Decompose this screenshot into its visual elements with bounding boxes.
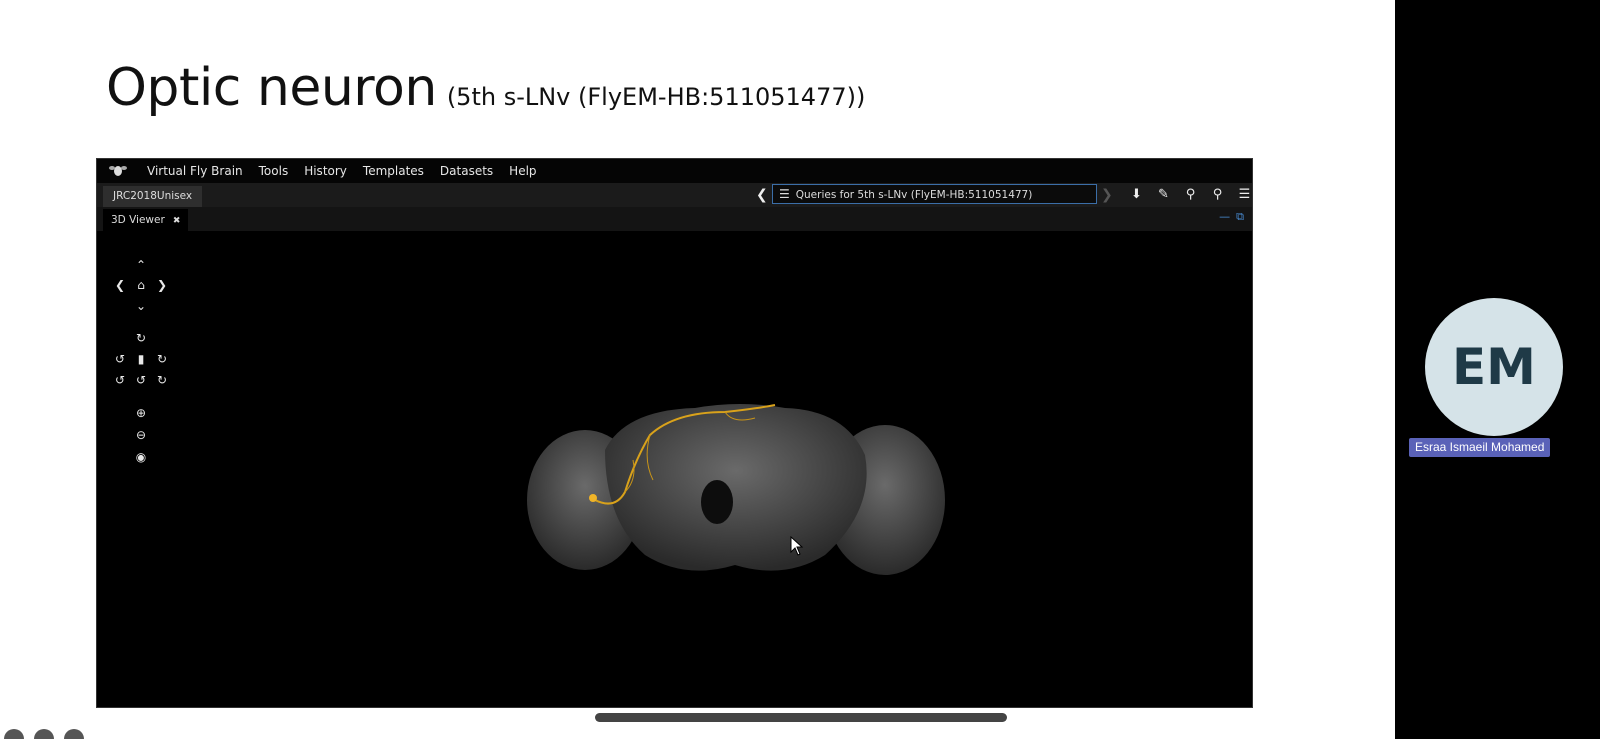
zoom-out-icon[interactable]: ⊖ xyxy=(134,428,148,442)
rotate-down-icon[interactable]: ↺ xyxy=(134,373,148,387)
tab-3d-viewer[interactable]: 3D Viewer ✖ xyxy=(103,209,189,231)
close-icon[interactable]: ✖ xyxy=(173,216,181,226)
home-icon[interactable]: ⌂ xyxy=(134,278,148,292)
menu-templates[interactable]: Templates xyxy=(363,164,424,178)
pan-up-icon[interactable]: ⌃ xyxy=(134,258,148,272)
rotate-right-icon[interactable]: ↻ xyxy=(155,352,169,366)
pan-right-icon[interactable]: ❯ xyxy=(155,278,169,292)
rotate-cw-icon[interactable]: ↻ xyxy=(155,373,169,387)
search-icon[interactable]: ⚲ xyxy=(1177,186,1204,204)
menu-history[interactable]: History xyxy=(304,164,347,178)
slide-title: Optic neuron (5th s-LNv (FlyEM-HB:5110514… xyxy=(106,58,865,118)
menu-virtual-fly-brain[interactable]: Virtual Fly Brain xyxy=(147,164,243,178)
share-icon[interactable] xyxy=(64,729,84,739)
menu-tools[interactable]: Tools xyxy=(259,164,289,178)
horizontal-scrollbar[interactable] xyxy=(595,713,1007,722)
hamburger-icon: ☰ xyxy=(779,187,790,201)
app-menubar: Virtual Fly Brain Tools History Template… xyxy=(97,159,1252,183)
rotate-ccw-icon[interactable]: ↺ xyxy=(113,373,127,387)
camera-icon[interactable]: ▮ xyxy=(134,352,148,366)
toolbar-icons: ⬇ ✎ ⚲ ⚲ ☰ xyxy=(1123,186,1252,204)
esophagus-hole xyxy=(701,480,733,524)
pan-left-icon[interactable]: ❮ xyxy=(113,278,127,292)
central-brain xyxy=(605,404,867,571)
avatar[interactable]: EM xyxy=(1425,298,1563,436)
popout-icon[interactable]: ⧉ xyxy=(1236,210,1244,223)
slide-title-main: Optic neuron xyxy=(106,58,437,118)
eraser-icon[interactable]: ✎ xyxy=(1150,186,1177,204)
presentation-slide: Optic neuron (5th s-LNv (FlyEM-HB:5110514… xyxy=(0,0,1395,739)
download-icon[interactable]: ⬇ xyxy=(1123,186,1150,204)
minimize-icon[interactable]: — xyxy=(1219,210,1230,223)
mic-icon[interactable] xyxy=(4,729,24,739)
queries-box[interactable]: ☰ Queries for 5th s-LNv (FlyEM-HB:5110514… xyxy=(772,184,1097,204)
forward-arrow-icon[interactable]: ❯ xyxy=(1101,186,1113,204)
mouse-cursor-icon xyxy=(790,536,804,556)
reset-view-icon[interactable]: ◉ xyxy=(134,450,148,464)
tab-template[interactable]: JRC2018Unisex xyxy=(103,186,203,207)
bottom-toolbar-icons xyxy=(4,729,94,739)
window-controls: — ⧉ xyxy=(1213,210,1244,224)
participant-panel: EM Esraa Ismaeil Mohamed xyxy=(1395,0,1600,739)
slide-title-subtitle: (5th s-LNv (FlyEM-HB:511051477)) xyxy=(446,83,866,111)
rotate-up-icon[interactable]: ↻ xyxy=(134,331,148,345)
menu-datasets[interactable]: Datasets xyxy=(440,164,493,178)
rotate-left-icon[interactable]: ↺ xyxy=(113,352,127,366)
tab-3d-viewer-label: 3D Viewer xyxy=(111,214,165,226)
camera-toggle-icon[interactable] xyxy=(34,729,54,739)
query-icon[interactable]: ⚲ xyxy=(1204,186,1231,204)
list-icon[interactable]: ☰ xyxy=(1231,186,1252,204)
back-arrow-icon[interactable]: ❮ xyxy=(756,186,768,204)
menu-help[interactable]: Help xyxy=(509,164,536,178)
app-toolbar: JRC2018Unisex ❮ ☰ Queries for 5th s-LNv (… xyxy=(97,183,1252,207)
participant-name-tag: Esraa Ismaeil Mohamed xyxy=(1409,438,1551,457)
pan-down-icon[interactable]: ⌄ xyxy=(134,299,148,313)
fly-logo-icon[interactable] xyxy=(109,164,127,178)
viewer-tabbar: 3D Viewer ✖ — ⧉ xyxy=(97,207,1252,231)
neuron-soma xyxy=(589,494,597,502)
zoom-in-icon[interactable]: ⊕ xyxy=(134,406,148,420)
queries-label: Queries for 5th s-LNv (FlyEM-HB:51105147… xyxy=(795,189,1033,201)
brain-3d-render xyxy=(527,404,945,575)
